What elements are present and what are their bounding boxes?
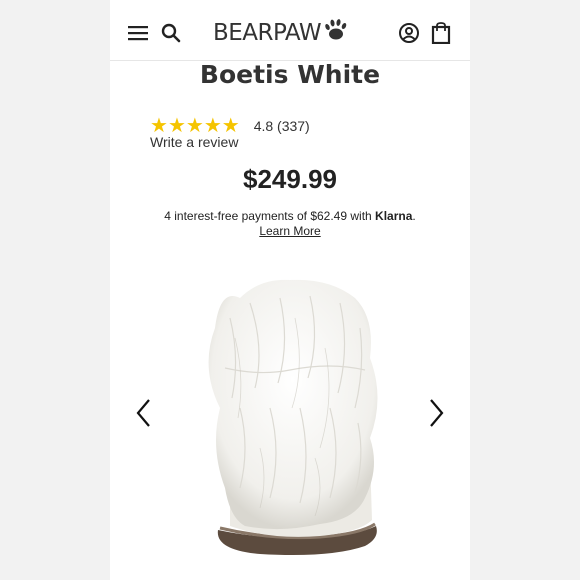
star-icon: ★ <box>203 115 222 137</box>
star-icon: ★ <box>150 115 168 137</box>
klarna-text: 4 interest-free payments of $62.49 with <box>164 209 372 223</box>
product-title: Boetis White <box>199 60 381 89</box>
product-image <box>208 279 378 555</box>
product-price: $249.99 <box>243 164 337 194</box>
rating-count: 4.8 (337) <box>253 118 310 134</box>
hamburger-menu-icon[interactable] <box>127 22 149 44</box>
site-header: BEARPAW <box>110 0 470 61</box>
star-icon: ★ <box>185 115 204 137</box>
bearpaw-logo[interactable]: BEARPAW <box>213 18 349 48</box>
star-rating: ★ ★ ★ ★ ★ <box>150 116 240 136</box>
write-review-link[interactable]: Write a review <box>150 134 238 150</box>
chevron-left-icon[interactable] <box>134 398 154 428</box>
star-icon: ★ <box>221 115 240 137</box>
shopping-bag-icon[interactable] <box>430 22 452 44</box>
klarna-brand: Klarna <box>375 209 413 223</box>
chevron-right-icon[interactable] <box>426 398 446 428</box>
klarna-message: 4 interest-free payments of $62.49 with … <box>110 209 470 223</box>
paw-logo-icon <box>325 19 347 40</box>
product-page: BEARPAW Boetis White ★ ★ ★ ★ ★ 4.8 (337)… <box>110 0 470 580</box>
learn-more-link[interactable]: Learn More <box>110 224 470 238</box>
rating-row[interactable]: ★ ★ ★ ★ ★ 4.8 (337) <box>150 116 310 136</box>
logo-text: BEARPAW <box>213 20 322 46</box>
search-icon[interactable] <box>160 22 182 44</box>
star-icon: ★ <box>167 115 186 137</box>
account-icon[interactable] <box>398 22 420 44</box>
klarna-end: . <box>412 209 416 223</box>
